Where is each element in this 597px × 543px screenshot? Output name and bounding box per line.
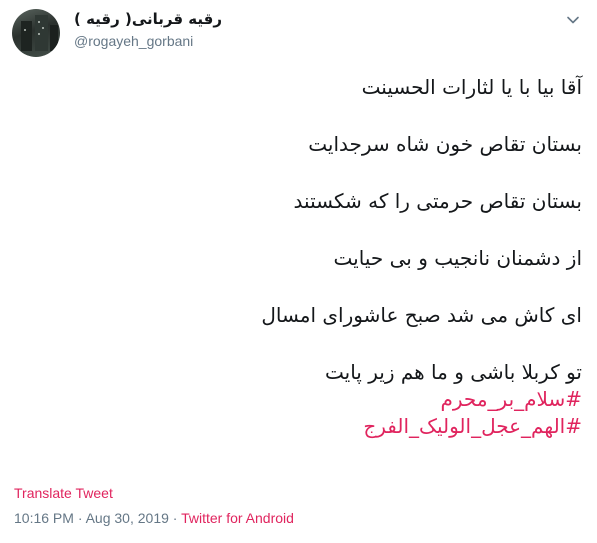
poem-line: آقا بیا با یا لثارات الحسینت [361, 75, 582, 99]
poem-line: بستان تقاص حرمتی را که شکستند [293, 189, 582, 213]
poem-line: ای کاش می شد صبح عاشورای امسال [261, 303, 582, 327]
hashtag-link[interactable]: #سلام_بر_محرم [441, 387, 582, 411]
tweet-text: آقا بیا با یا لثارات الحسینت بستان تقاص … [22, 74, 582, 440]
chevron-down-icon[interactable] [566, 13, 580, 27]
tweet-meta: 10:16 PM · Aug 30, 2019 · Twitter for An… [14, 510, 294, 526]
display-name[interactable]: رقیه قربانی( رقیه ) [74, 10, 222, 28]
poem-line: تو کربلا باشی و ما هم زیر پایت [325, 360, 582, 384]
poem-line: از دشمنان نانجیب و بی حیایت [333, 246, 582, 270]
timestamp[interactable]: 10:16 PM · Aug 30, 2019 [14, 510, 169, 526]
translate-tweet-link[interactable]: Translate Tweet [14, 485, 113, 501]
tweet-card: رقیه قربانی( رقیه ) @rogayeh_gorbani آقا… [0, 0, 597, 543]
poem-line: بستان تقاص خون شاه سرجدایت [308, 132, 582, 156]
source-link[interactable]: Twitter for Android [181, 510, 294, 526]
avatar[interactable] [12, 9, 60, 57]
separator: · [168, 510, 182, 526]
hashtag-link[interactable]: #الهم_عجل_الولیک_الفرج [363, 414, 582, 438]
user-handle[interactable]: @rogayeh_gorbani [74, 33, 193, 49]
